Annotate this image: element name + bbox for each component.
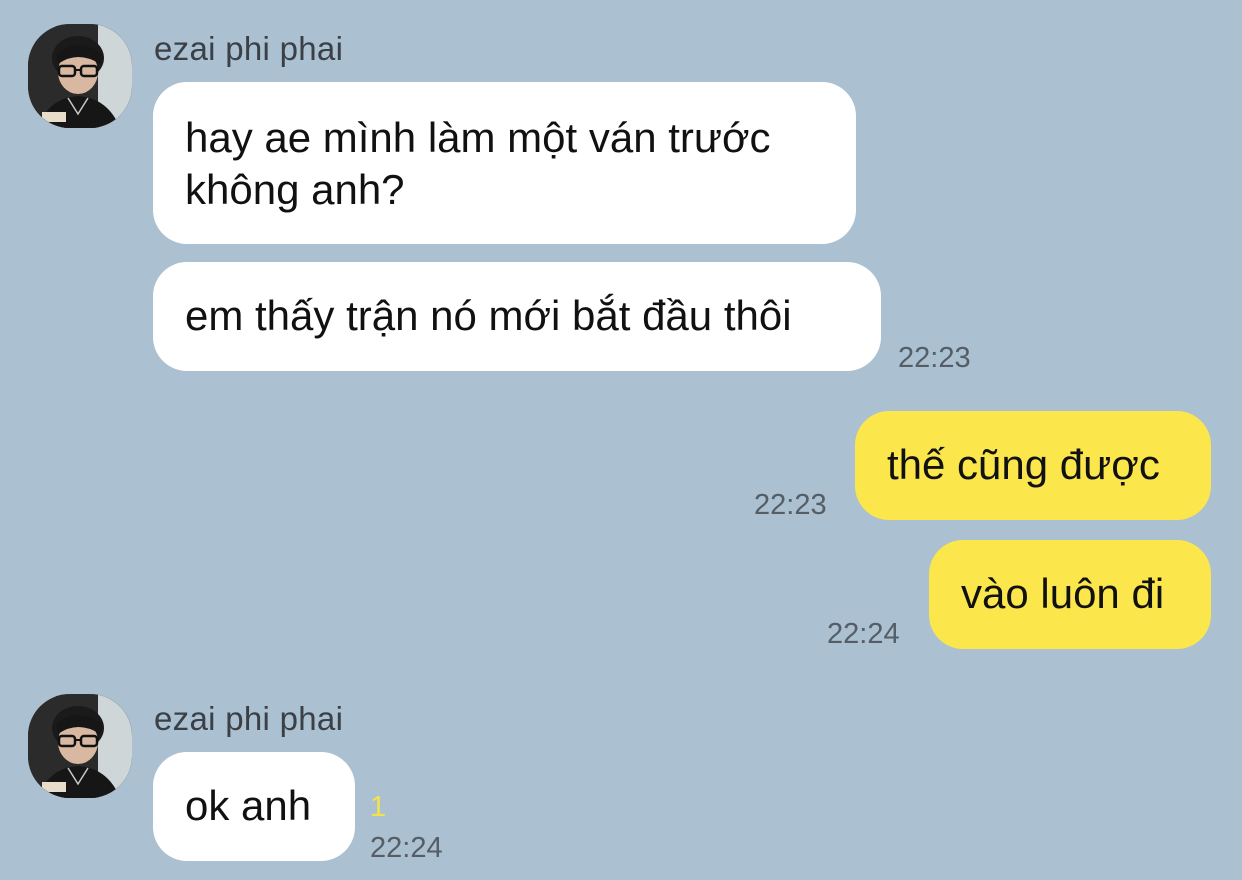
- message-text: không anh?: [185, 166, 405, 213]
- message-text: em thấy trận nó mới bắt đầu thôi: [185, 292, 792, 339]
- sender-name: ezai phi phai: [154, 700, 344, 737]
- message-bubble[interactable]: vào luôn đi: [929, 540, 1211, 649]
- message-timestamp: 22:24: [370, 832, 443, 864]
- message-text: ok anh: [185, 782, 312, 829]
- user-avatar-photo-icon[interactable]: [28, 24, 132, 128]
- message-text: thế cũng được: [887, 441, 1160, 488]
- message-bubble[interactable]: ok anh: [153, 752, 355, 861]
- unread-count-badge: 1: [370, 791, 387, 823]
- message-text: vào luôn đi: [961, 570, 1165, 617]
- message-timestamp: 22:23: [754, 489, 827, 521]
- chat-message-list[interactable]: ezai phi phai hay ae mình làm một ván tr…: [0, 0, 1242, 880]
- user-avatar-photo-icon[interactable]: [28, 694, 132, 798]
- message-timestamp: 22:24: [827, 618, 900, 650]
- sender-name: ezai phi phai: [154, 30, 344, 67]
- message-bubble[interactable]: thế cũng được: [855, 411, 1211, 520]
- message-bubble[interactable]: hay ae mình làm một ván trước không anh?: [153, 82, 856, 244]
- message-text: hay ae mình làm một ván trước: [185, 114, 771, 161]
- message-bubble[interactable]: em thấy trận nó mới bắt đầu thôi: [153, 262, 881, 371]
- message-timestamp: 22:23: [898, 342, 971, 374]
